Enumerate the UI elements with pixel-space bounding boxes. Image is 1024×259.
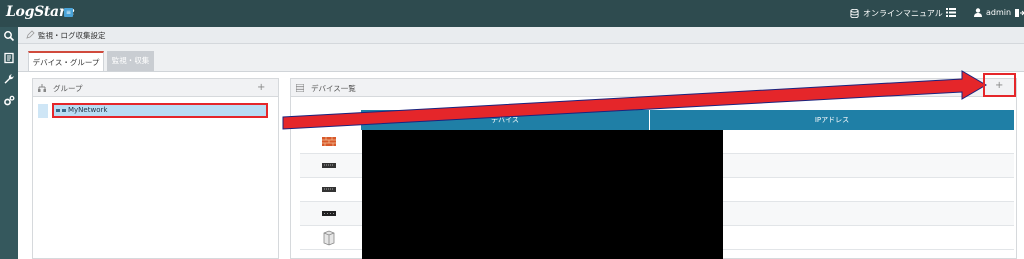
annotation-highlight-box (983, 73, 1016, 97)
annotation-arrow (282, 70, 987, 130)
